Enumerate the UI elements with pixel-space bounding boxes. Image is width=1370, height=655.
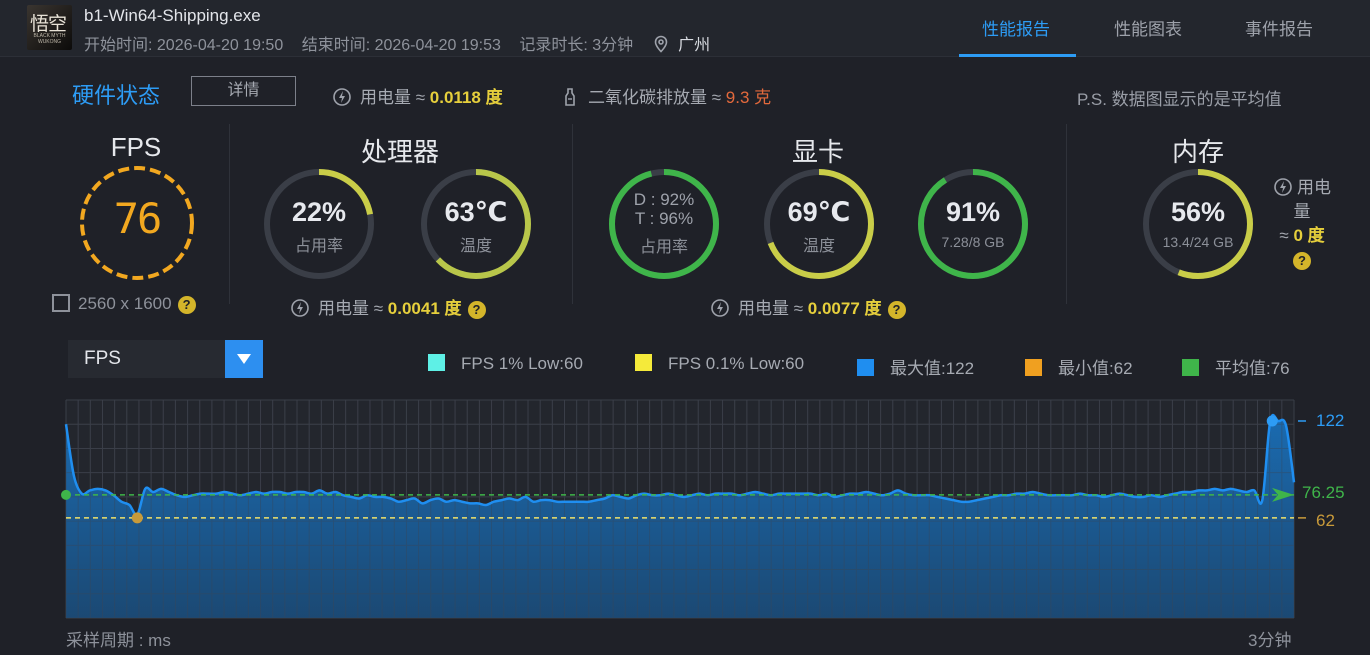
active-tab-indicator: [959, 54, 1076, 57]
total-power: 用电量 ≈ 0.0118 度: [332, 83, 503, 108]
start-time: 开始时间: 2026-04-20 19:50: [84, 37, 284, 54]
fps-title: FPS: [110, 132, 162, 162]
help-icon[interactable]: ?: [177, 296, 196, 314]
title-bar: 悟空 BLACK MYTH WUKONG b1-Win64-Shipping.e…: [0, 0, 1370, 57]
legend-swatch: [857, 359, 874, 376]
location-pin-icon: [654, 35, 667, 53]
legend-swatch: [1182, 359, 1199, 376]
power-icon: [291, 299, 309, 317]
cpu-usage-gauge: 22% 占用率: [261, 166, 377, 282]
legend-swatch: [635, 354, 652, 371]
avg-ref-label: 76.25: [1302, 482, 1345, 502]
co2-bottle-icon: [565, 88, 575, 106]
hardware-status-title: 硬件状态: [72, 83, 161, 108]
gpu-power: 用电量 ≈ 0.0077 度?: [710, 294, 906, 319]
tab-performance-charts[interactable]: 性能图表: [1114, 15, 1182, 40]
legend-min[interactable]: 最小值:62: [1025, 354, 1133, 379]
gpu-usage-gauge: D : 92% T : 96% 占用率: [606, 166, 722, 282]
fps-value: 76: [113, 194, 163, 243]
dropdown-toggle[interactable]: [225, 340, 263, 378]
gpu-vram-gauge: 91% 7.28/8 GB: [915, 166, 1031, 282]
power-icon: [333, 88, 351, 106]
resolution: 2560 x 1600?: [52, 294, 196, 314]
legend-avg[interactable]: 平均值:76: [1182, 354, 1290, 379]
tab-performance-report[interactable]: 性能报告: [982, 15, 1050, 40]
memory-usage-gauge: 56% 13.4/24 GB: [1140, 166, 1256, 282]
duration: 记录时长: 3分钟: [519, 37, 634, 54]
legend-swatch: [428, 354, 445, 371]
memory-power: 用电量 ≈ 0 度 ?: [1272, 176, 1332, 272]
min-ref-label: 62: [1316, 510, 1335, 530]
power-icon: [1274, 178, 1292, 196]
chart-average-note: P.S. 数据图显示的是平均值: [1077, 90, 1282, 109]
min-point-marker: [131, 512, 143, 524]
session-meta: 开始时间: 2026-04-20 19:50 结束时间: 2026-04-20 …: [84, 31, 710, 55]
legend-swatch: [1025, 359, 1042, 376]
power-icon: [711, 299, 729, 317]
metric-dropdown-value: FPS: [84, 348, 121, 369]
cpu-temp-gauge: 63℃ 温度: [418, 166, 534, 282]
max-point-marker: [1266, 415, 1278, 427]
details-button[interactable]: 详情: [191, 76, 296, 106]
metric-dropdown[interactable]: FPS: [68, 340, 263, 378]
location: 广州: [678, 37, 711, 54]
cpu-title: 处理器: [360, 137, 439, 167]
section-divider: [1066, 124, 1067, 304]
max-ref-label: 122: [1316, 410, 1345, 430]
end-time: 结束时间: 2026-04-20 19:53: [301, 37, 501, 54]
legend-max[interactable]: 最大值:122: [857, 354, 974, 379]
section-divider: [572, 124, 573, 304]
section-divider: [229, 124, 230, 304]
gpu-temp-gauge: 69℃ 温度: [761, 166, 877, 282]
gpu-title: 显卡: [791, 137, 844, 167]
screen-icon: [52, 294, 70, 312]
x-axis-label: 采样周期 : ms: [66, 631, 171, 650]
help-icon[interactable]: ?: [467, 301, 486, 319]
process-name: b1-Win64-Shipping.exe: [84, 6, 261, 25]
black-myth-wukong-icon: 悟空 BLACK MYTH WUKONG: [27, 5, 72, 50]
chevron-down-icon: [237, 354, 251, 364]
help-icon[interactable]: ?: [1293, 252, 1311, 270]
tab-event-report[interactable]: 事件报告: [1245, 15, 1313, 40]
legend-fps-0-1-low[interactable]: FPS 0.1% Low:60: [635, 354, 804, 374]
avg-start-marker: [61, 489, 71, 500]
fps-area-chart[interactable]: [0, 390, 1370, 622]
help-icon[interactable]: ?: [887, 301, 906, 319]
legend-fps-1-low[interactable]: FPS 1% Low:60: [428, 354, 583, 374]
cpu-power: 用电量 ≈ 0.0041 度?: [290, 294, 486, 319]
memory-title: 内存: [1171, 137, 1224, 167]
co2-emission: 二氧化碳排放量 ≈ 9.3 克: [560, 83, 771, 108]
x-axis-end-label: 3分钟: [1248, 631, 1292, 650]
